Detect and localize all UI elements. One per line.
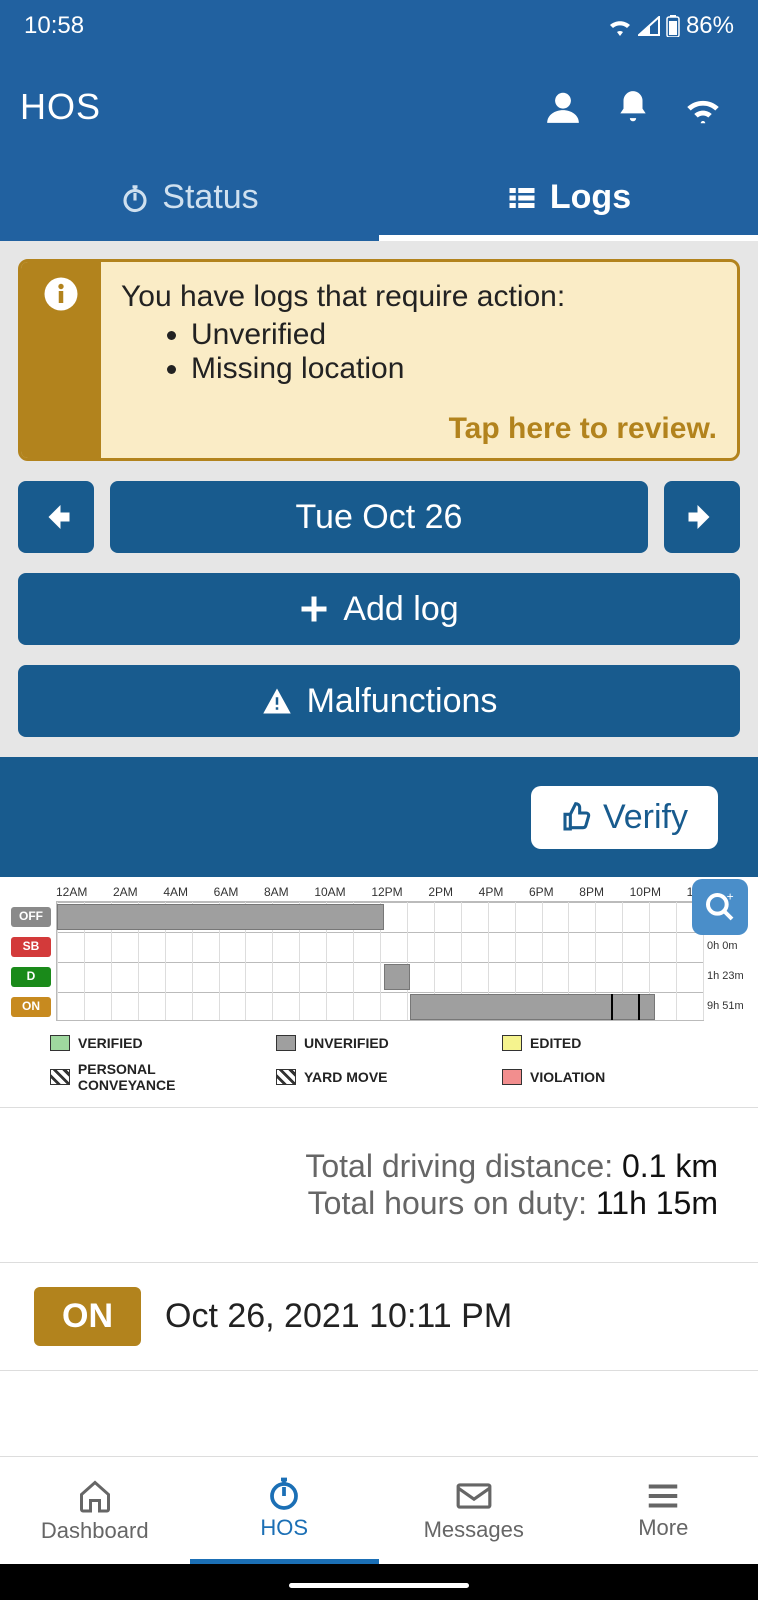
nav-hos[interactable]: HOS — [190, 1457, 380, 1564]
legend-item: VERIFIED — [50, 1035, 256, 1051]
app-header: HOS — [0, 52, 758, 162]
zoom-button[interactable]: + — [692, 879, 748, 935]
nav-dashboard[interactable]: Dashboard — [0, 1457, 190, 1564]
tab-label: Logs — [550, 178, 631, 217]
date-button[interactable]: Tue Oct 26 — [110, 481, 648, 553]
alert-action: Tap here to review. — [121, 412, 717, 446]
bell-icon[interactable] — [598, 88, 668, 126]
row-label-sb: SB — [11, 937, 51, 957]
malfunctions-button[interactable]: Malfunctions — [18, 665, 740, 737]
row-label-d: D — [11, 967, 51, 987]
signal-icon — [638, 16, 660, 36]
add-log-button[interactable]: Add log — [18, 573, 740, 645]
tab-logs[interactable]: Logs — [379, 162, 758, 241]
log-entry[interactable]: ON Oct 26, 2021 10:11 PM — [0, 1263, 758, 1371]
bottom-nav: Dashboard HOS Messages More — [0, 1456, 758, 1564]
tabs: Status Logs — [0, 162, 758, 241]
duration-sb: 0h 0m — [707, 940, 747, 952]
status-bar: 10:58 86% — [0, 0, 758, 52]
wifi-action-icon[interactable] — [668, 88, 738, 126]
plus-icon — [299, 594, 329, 624]
legend-item: UNVERIFIED — [276, 1035, 482, 1051]
tab-status[interactable]: Status — [0, 162, 379, 241]
thumbs-up-icon — [561, 801, 593, 833]
alert-banner[interactable]: You have logs that require action: Unver… — [18, 259, 740, 461]
legend-item: EDITED — [502, 1035, 708, 1051]
svg-text:+: + — [727, 891, 734, 903]
tab-label: Status — [162, 178, 258, 217]
stopwatch-icon — [266, 1475, 302, 1511]
alert-item: Unverified — [191, 318, 717, 352]
list-icon — [506, 183, 538, 213]
nav-more[interactable]: More — [569, 1457, 758, 1564]
home-icon — [77, 1478, 113, 1514]
prev-day-button[interactable] — [18, 481, 94, 553]
legend-item: PERSONAL CONVEYANCE — [50, 1061, 256, 1093]
duration-d: 1h 23m — [707, 970, 747, 982]
row-label-off: OFF — [11, 907, 51, 927]
menu-icon — [644, 1481, 682, 1511]
alert-item: Missing location — [191, 352, 717, 386]
battery-icon — [666, 15, 680, 37]
distance-value: 0.1 km — [622, 1148, 718, 1184]
verify-bar: Verify — [0, 757, 758, 877]
stopwatch-icon — [120, 183, 150, 213]
battery-percent: 86% — [686, 12, 734, 40]
nav-messages[interactable]: Messages — [379, 1457, 569, 1564]
legend-item: VIOLATION — [502, 1061, 708, 1093]
hos-chart: 12AM2AM4AM6AM8AM10AM12PM2PM4PM6PM8PM10PM… — [0, 877, 758, 1107]
home-indicator — [0, 1564, 758, 1600]
duration-on: 9h 51m — [707, 1000, 747, 1012]
log-timestamp: Oct 26, 2021 10:11 PM — [165, 1297, 512, 1336]
wifi-icon — [608, 16, 632, 36]
page-title: HOS — [20, 86, 528, 128]
totals-panel: Total driving distance: 0.1 km Total hou… — [0, 1107, 758, 1263]
mail-icon — [455, 1479, 493, 1513]
next-day-button[interactable] — [664, 481, 740, 553]
verify-button[interactable]: Verify — [531, 786, 718, 849]
clock: 10:58 — [24, 12, 84, 40]
warning-icon — [261, 686, 293, 716]
status-badge: ON — [34, 1287, 141, 1346]
hours-value: 11h 15m — [596, 1185, 718, 1221]
profile-icon[interactable] — [528, 88, 598, 126]
row-label-on: ON — [11, 997, 51, 1017]
alert-title: You have logs that require action: — [121, 280, 717, 314]
status-icons: 86% — [608, 12, 734, 40]
info-icon — [21, 262, 101, 458]
legend-item: YARD MOVE — [276, 1061, 482, 1093]
